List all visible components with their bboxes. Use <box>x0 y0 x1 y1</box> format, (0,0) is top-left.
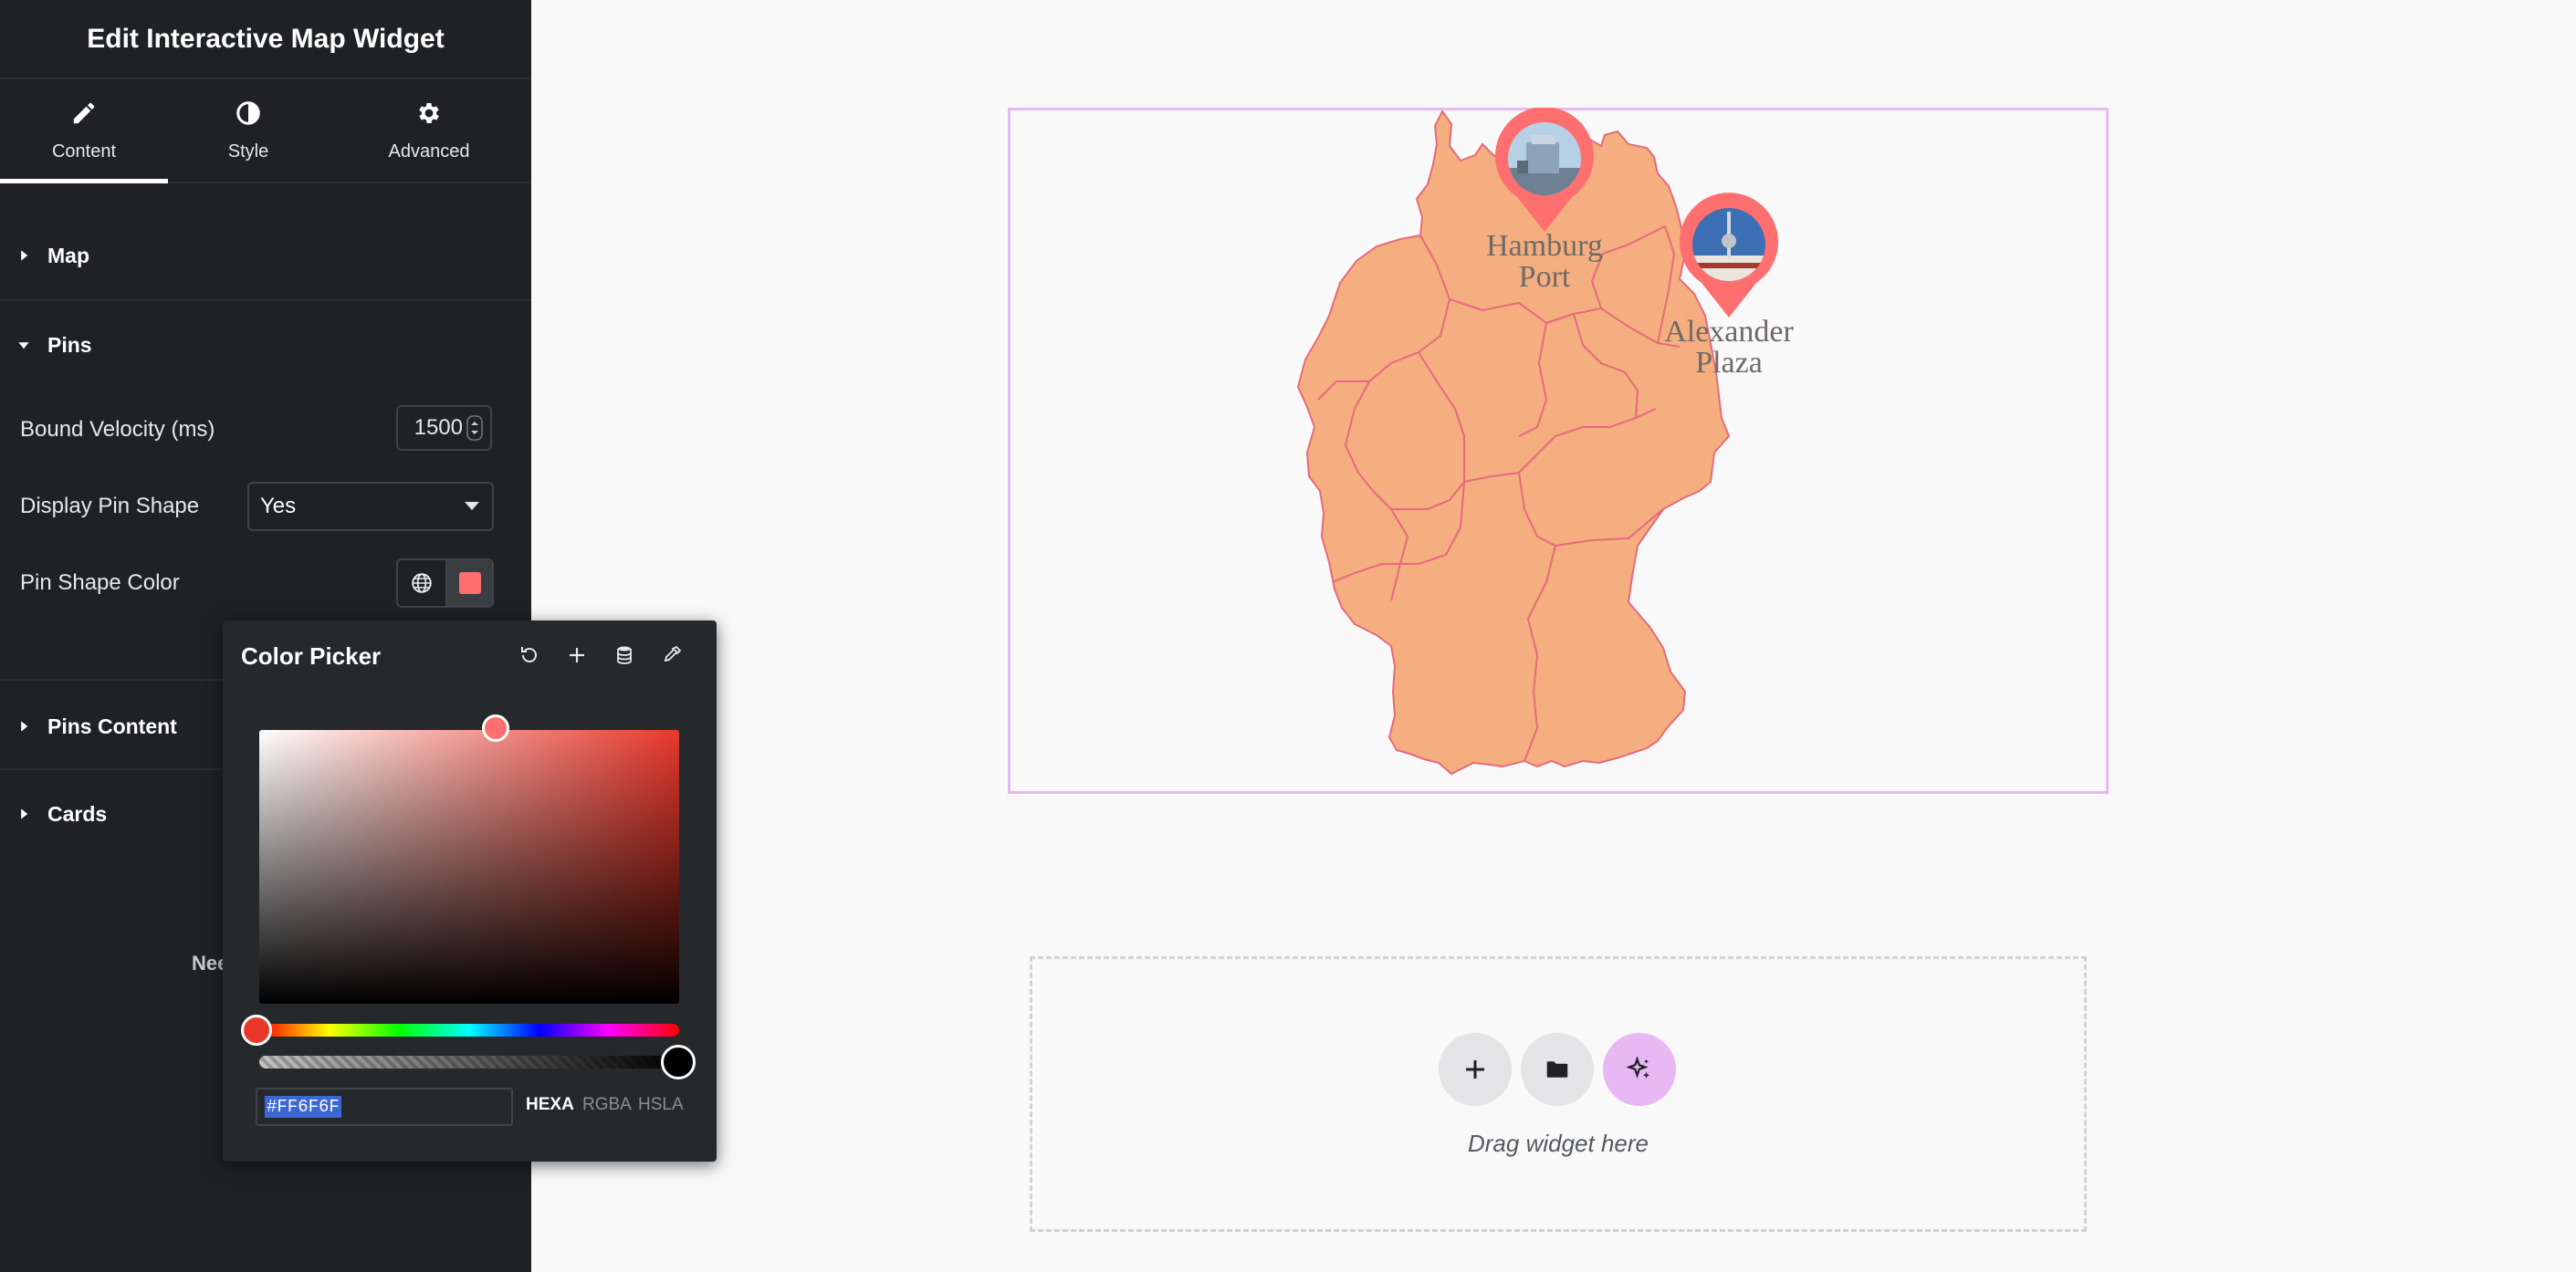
color-swatch-button[interactable] <box>447 560 492 606</box>
section-pins-content-label: Pins Content <box>47 714 177 738</box>
section-pins[interactable]: Pins <box>0 305 531 385</box>
reset-icon[interactable] <box>517 642 542 668</box>
hex-input[interactable]: #FF6F6F <box>256 1088 513 1126</box>
color-swatch <box>458 572 481 594</box>
tab-content[interactable]: Content <box>0 79 168 183</box>
section-map-label: Map <box>47 243 89 267</box>
add-icon <box>1466 1060 1484 1079</box>
folder-icon <box>1546 1061 1568 1078</box>
hue-handle[interactable] <box>241 1015 272 1046</box>
bound-velocity-input[interactable]: 1500 <box>396 405 492 451</box>
opacity-handle[interactable] <box>661 1045 696 1079</box>
pin-photo-thumbnail <box>1508 122 1581 195</box>
gear-icon <box>415 99 443 141</box>
add-icon[interactable] <box>564 642 590 668</box>
bound-velocity-label: Bound Velocity (ms) <box>20 417 215 442</box>
display-pin-shape-label: Display Pin Shape <box>20 494 200 518</box>
display-pin-shape-select[interactable]: Yes <box>247 482 494 531</box>
tab-advanced[interactable]: Advanced <box>345 79 513 182</box>
half-circle-icon <box>235 99 262 141</box>
tab-style[interactable]: Style <box>164 79 332 182</box>
bound-velocity-value: 1500 <box>414 415 463 440</box>
chevron-down-icon <box>465 502 479 510</box>
section-map[interactable]: Map <box>0 215 531 296</box>
panel-tabs: Content Style Advanced <box>0 79 531 183</box>
germany-outline[interactable] <box>1296 109 1731 776</box>
format-hsla[interactable]: HSLA <box>638 1095 684 1115</box>
globe-icon[interactable] <box>398 560 447 606</box>
pin-shape-color-control[interactable] <box>396 558 494 608</box>
stack-icon[interactable] <box>612 642 637 668</box>
pin-shape-color-label: Pin Shape Color <box>20 570 180 595</box>
format-hexa[interactable]: HEXA <box>526 1095 574 1115</box>
pin-hamburg-label-line2: Port <box>1519 260 1571 294</box>
pin-photo-thumbnail <box>1692 208 1765 281</box>
opacity-slider[interactable] <box>259 1056 679 1069</box>
caret-right-icon <box>0 720 47 733</box>
color-picker-title: Color Picker <box>241 642 382 670</box>
section-divider <box>0 299 531 301</box>
saturation-area[interactable] <box>259 730 679 1004</box>
panel-title: Edit Interactive Map Widget <box>0 0 531 79</box>
add-section-button[interactable] <box>1439 1033 1512 1106</box>
ai-generate-button[interactable] <box>1603 1033 1676 1106</box>
pin-hamburg-label-line1: Hamburg <box>1486 229 1603 263</box>
pin-alexander-label-line1: Alexander <box>1664 315 1794 349</box>
spinner-arrows-icon[interactable] <box>466 415 483 441</box>
tab-content-label: Content <box>51 141 117 162</box>
section-cards-label: Cards <box>47 801 108 826</box>
pin-alexander-label-line2: Plaza <box>1695 346 1763 380</box>
drag-widget-hint: Drag widget here <box>1468 1130 1649 1157</box>
format-rgba[interactable]: RGBA <box>582 1095 632 1115</box>
color-picker-popover: Color Picker #FF6F6F HEXA RGBA HSLA <box>223 620 717 1162</box>
caret-right-icon <box>0 249 47 262</box>
hex-value: #FF6F6F <box>265 1096 341 1118</box>
germany-map[interactable]: Hamburg Port Alexander Plaza <box>1008 108 2109 794</box>
template-library-button[interactable] <box>1521 1033 1594 1106</box>
caret-right-icon <box>0 808 47 820</box>
caret-down-icon <box>0 339 47 351</box>
pencil-icon <box>70 99 98 141</box>
hue-slider[interactable] <box>259 1024 679 1037</box>
ai-sparkle-icon <box>1626 1056 1650 1079</box>
saturation-handle[interactable] <box>482 714 509 742</box>
eyedropper-icon[interactable] <box>659 642 685 668</box>
display-pin-shape-value: Yes <box>260 494 297 518</box>
section-pins-label: Pins <box>47 332 92 357</box>
active-tab-indicator <box>0 179 168 183</box>
tab-advanced-label: Advanced <box>388 141 470 162</box>
tab-style-label: Style <box>227 141 269 162</box>
